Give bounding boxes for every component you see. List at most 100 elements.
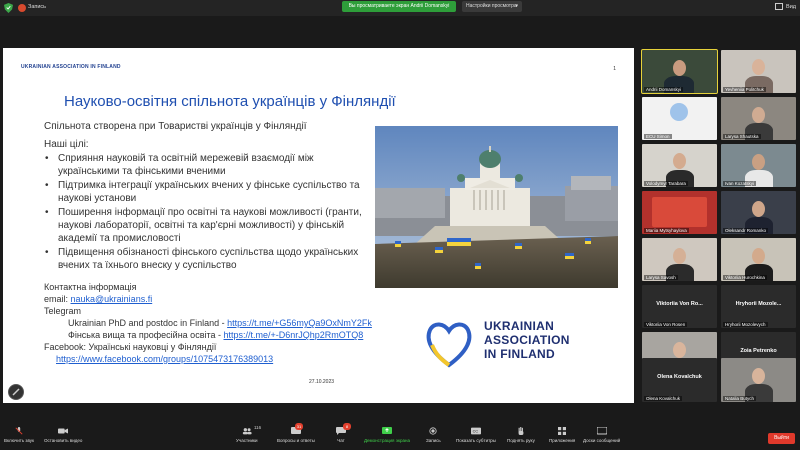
view-options-label: Настройки просмотра [466, 3, 517, 9]
participant-face [673, 153, 686, 169]
globe-icon [670, 103, 688, 121]
participant-name: Natalia Butych [723, 396, 757, 401]
participant-name: Viktoriia Von Rosen [644, 322, 688, 327]
goal-item: Підтримка інтеграції українських вчених … [44, 179, 369, 205]
captions-label: Показать субтитры [456, 438, 496, 443]
apps-button[interactable]: Приложения [549, 427, 575, 443]
participant-name-large: Hryhorii Mozole... [735, 301, 782, 307]
participant-tile[interactable]: Hryhorii Mozole... Hryhorii Mozolevych [721, 285, 796, 328]
svg-text:CC: CC [473, 430, 479, 434]
participant-tile[interactable]: Larysa Shautska [721, 97, 796, 140]
participant-name: Larysa Shautska [723, 134, 761, 139]
participant-tile[interactable]: Larysa Savosh [642, 238, 717, 281]
whiteboard-label: Доски сообщений [583, 438, 621, 443]
participant-name: ECU Simon [644, 134, 672, 139]
captions-button[interactable]: CC Показать субтитры [456, 427, 496, 443]
telegram-1-label: Ukrainian PhD and postdoc in Finland - [68, 318, 228, 328]
view-button[interactable]: Вид [775, 3, 796, 10]
raise-hand-label: Поднять руку [507, 438, 535, 443]
share-screen-button[interactable]: Демонстрация экрана [364, 427, 410, 443]
participant-name: Viktoriia Hurochkina [723, 275, 767, 280]
participant-name-large: Olena Kovalchuk [657, 374, 702, 380]
apps-icon [558, 427, 567, 435]
participant-name: Volodymyr Tarabara [644, 181, 688, 186]
participant-tile[interactable]: Ivan Kozatskyi [721, 144, 796, 187]
participant-face [752, 248, 765, 264]
logo-text: UKRAINIAN ASSOCIATION IN FINLAND [484, 319, 570, 361]
grid-icon [775, 3, 784, 10]
record-icon [429, 427, 437, 435]
participant-tile[interactable]: Yevheniia Politchuk [721, 50, 796, 93]
association-logo: UKRAINIAN ASSOCIATION IN FINLAND [424, 317, 594, 369]
participant-tile[interactable]: Viktoriia Von Ro... Viktoriia Von Rosen [642, 285, 717, 328]
participant-name: Ivan Kozatskyi [723, 181, 757, 186]
participant-name: Larysa Savosh [644, 275, 678, 280]
chat-label: Чат [337, 438, 345, 443]
contact-block: Контактна інформація email: nauka@ukrain… [44, 281, 404, 365]
email-line: email: nauka@ukrainians.fi [44, 293, 404, 305]
whiteboard-button[interactable]: Доски сообщений [583, 427, 620, 443]
participant-face [752, 107, 765, 123]
participant-tile[interactable]: Andrii Domanskyi [641, 49, 718, 94]
heart-logo-icon [426, 322, 472, 368]
participant-tile[interactable]: Olena Kovalchuk Olena Kovalchuk [642, 358, 717, 402]
participants-label: Участники [236, 438, 258, 443]
email-link[interactable]: nauka@ukrainians.fi [71, 294, 153, 304]
participant-name-large: Viktoriia Von Ro... [656, 301, 703, 307]
share-screen-icon [381, 427, 392, 434]
qa-button[interactable]: 31 Вопросы и ответы [277, 423, 315, 443]
cathedral-photo-art [375, 126, 618, 288]
annotate-pen-icon[interactable] [8, 384, 24, 400]
telegram-line-1: Ukrainian PhD and postdoc in Finland - h… [44, 317, 404, 329]
chevron-down-icon: ▾ [515, 3, 518, 9]
participant-face [673, 60, 686, 76]
qa-badge: 31 [295, 423, 303, 430]
embroidery-pattern [652, 197, 707, 227]
participant-face [673, 342, 686, 358]
telegram-line-2: Фінська вища та професійна освіта - http… [44, 329, 404, 341]
unmute-button[interactable]: Включить звук [4, 427, 34, 443]
slide-intro: Спільнота створена при Товаристві україн… [44, 121, 307, 132]
apps-label: Приложения [549, 438, 576, 443]
participants-count: 116 [254, 425, 262, 430]
goals-list: Сприяння науковій та освітній мережевій … [44, 152, 369, 273]
participant-tile[interactable]: ECU Simon [642, 97, 717, 140]
participants-button[interactable]: 116 Участники [236, 425, 262, 443]
view-options-button[interactable]: Настройки просмотра ▾ [462, 1, 522, 12]
raise-hand-button[interactable]: Поднять руку [507, 427, 535, 443]
participant-name: Olena Kovalchuk [644, 396, 683, 401]
record-button[interactable]: Запись [426, 427, 441, 443]
share-notice: Вы просматриваете экран Andrii Domanskyi [342, 1, 456, 12]
chat-button[interactable]: 8 Чат [336, 423, 351, 443]
participant-tile[interactable]: Volodymyr Tarabara [642, 144, 717, 187]
goal-item: Поширення інформації про освітні та наук… [44, 206, 369, 245]
telegram-1-link[interactable]: https://t.me/+G56myQa9OxNmY2Fk [227, 318, 372, 328]
share-screen-label: Демонстрация экрана [364, 438, 410, 443]
participant-tile[interactable]: Natalia Butych [721, 358, 796, 402]
facebook-link[interactable]: https://www.facebook.com/groups/10754731… [56, 354, 273, 364]
participant-name: Oleksandr Romanko [723, 228, 769, 233]
whiteboard-icon [596, 427, 607, 435]
shared-screen-slide: UKRAINIAN ASSOCIATION IN FINLAND 1 Науко… [3, 48, 634, 403]
participant-tile[interactable]: Viktoriia Hurochkina [721, 238, 796, 281]
participant-tile[interactable]: Oleksandr Romanko [721, 191, 796, 234]
chat-badge: 8 [343, 423, 351, 430]
stop-video-label: Остановить видео [44, 438, 83, 443]
leave-button[interactable]: Выйти [768, 433, 795, 444]
participant-name-large: Zoia Petrenko [740, 348, 777, 354]
telegram-2-link[interactable]: https://t.me/+-D6nrJQhp2RmOTQ8 [224, 330, 364, 340]
slide-title: Науково-освітня спільнота українців у Фі… [64, 93, 396, 110]
top-bar: Запись Вы просматриваете экран Andrii Do… [0, 0, 800, 16]
email-label: email: [44, 294, 71, 304]
hand-icon [518, 427, 524, 435]
participant-tile[interactable]: Mariia Mytsyhaylova [642, 191, 717, 234]
recording-label: Запись [28, 4, 47, 10]
participant-face [752, 201, 765, 217]
contact-heading: Контактна інформація [44, 282, 137, 292]
facebook-line: https://www.facebook.com/groups/10754731… [44, 353, 404, 365]
recording-icon [18, 4, 26, 12]
participants-icon [242, 428, 252, 435]
slide-date: 27.10.2023 [309, 379, 335, 385]
stop-video-button[interactable]: Остановить видео [44, 427, 82, 443]
shield-icon[interactable] [4, 3, 13, 13]
